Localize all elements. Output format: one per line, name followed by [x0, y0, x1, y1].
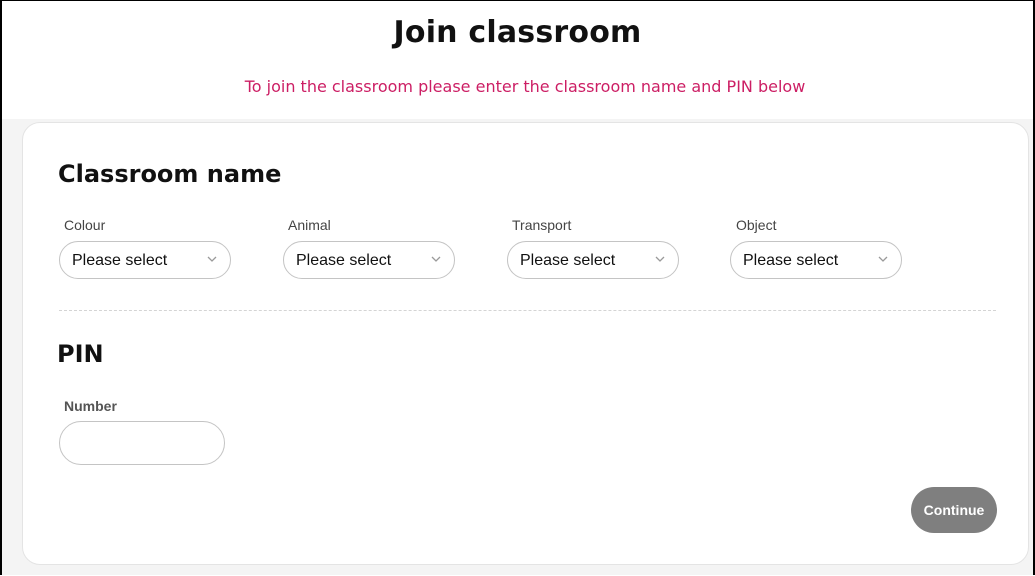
- animal-select[interactable]: Please select: [283, 241, 455, 279]
- colour-select[interactable]: Please select: [59, 241, 231, 279]
- pin-heading: PIN: [57, 340, 104, 368]
- chevron-down-icon: [431, 256, 441, 262]
- animal-select-value: Please select: [296, 252, 392, 269]
- colour-label: Colour: [64, 217, 106, 233]
- pin-number-input[interactable]: [59, 421, 225, 465]
- chevron-down-icon: [878, 256, 888, 262]
- object-select[interactable]: Please select: [730, 241, 902, 279]
- animal-label: Animal: [288, 217, 331, 233]
- chevron-down-icon: [655, 256, 665, 262]
- classroom-name-heading: Classroom name: [58, 160, 282, 188]
- page-subtitle: To join the classroom please enter the c…: [244, 77, 806, 96]
- continue-button[interactable]: Continue: [911, 487, 997, 533]
- transport-select-value: Please select: [520, 252, 616, 269]
- page-header: Join classroom To join the classroom ple…: [2, 1, 1033, 119]
- number-label: Number: [64, 398, 117, 414]
- section-divider: [59, 310, 996, 311]
- page-title: Join classroom: [393, 15, 642, 50]
- object-label: Object: [736, 217, 777, 233]
- colour-select-value: Please select: [72, 252, 168, 269]
- page-frame: Join classroom To join the classroom ple…: [0, 0, 1035, 575]
- join-form-card: Classroom name Colour Please select Anim…: [22, 122, 1029, 565]
- transport-label: Transport: [512, 217, 572, 233]
- transport-select[interactable]: Please select: [507, 241, 679, 279]
- object-select-value: Please select: [743, 252, 839, 269]
- chevron-down-icon: [207, 256, 217, 262]
